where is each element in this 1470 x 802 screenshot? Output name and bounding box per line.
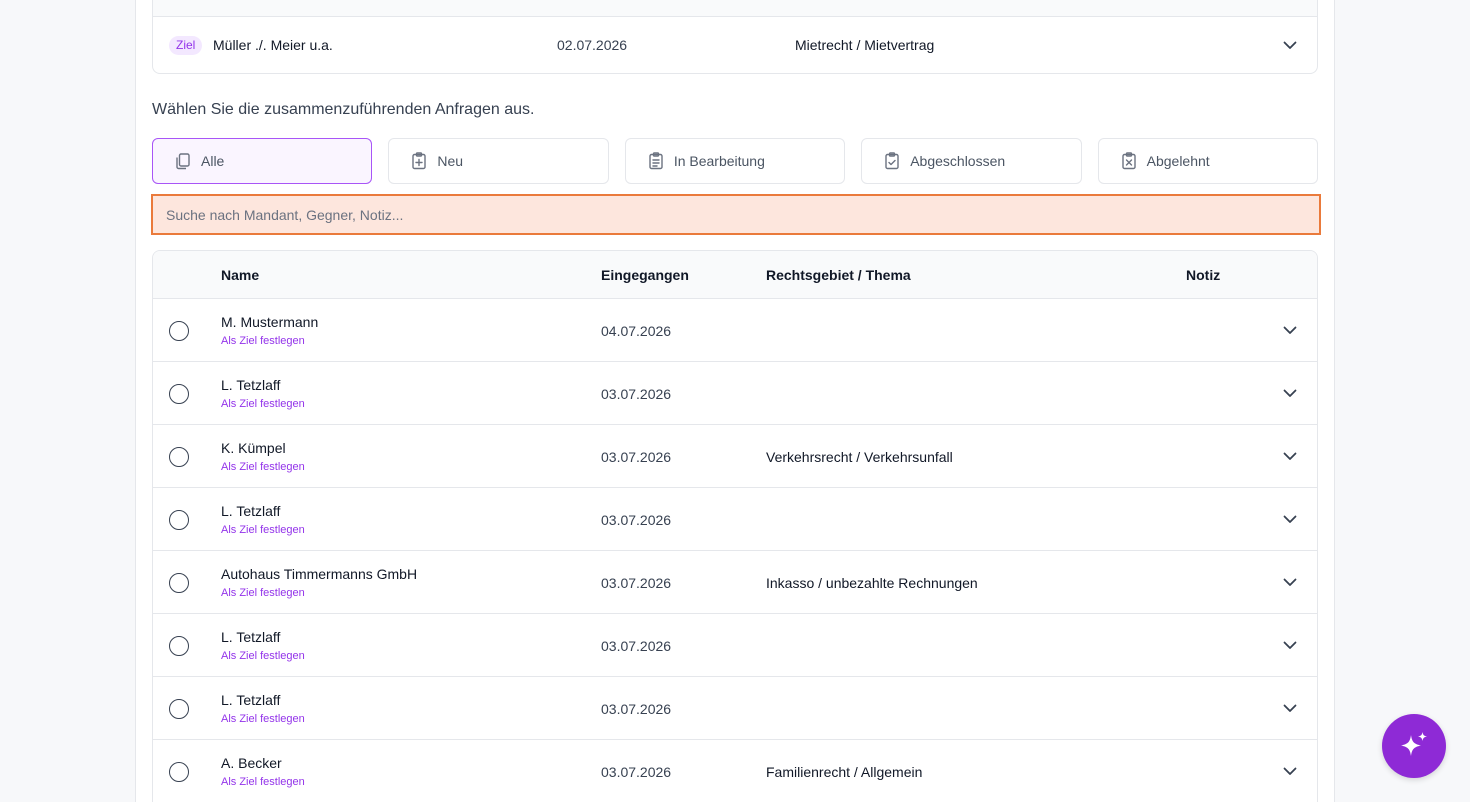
select-radio[interactable] [169, 510, 189, 530]
chevron-down-icon[interactable] [1282, 448, 1298, 464]
clipboard-list-icon [646, 151, 666, 171]
filter-new-label: Neu [437, 153, 464, 169]
copy-icon [173, 151, 193, 171]
row-name: L. Tetzlaff [221, 503, 281, 519]
row-date: 03.07.2026 [601, 575, 672, 591]
row-name: L. Tetzlaff [221, 692, 281, 708]
chevron-down-icon[interactable] [1282, 322, 1298, 338]
target-card-header [153, 0, 1317, 17]
instruction-text: Wählen Sie die zusammenzuführenden Anfra… [152, 101, 535, 118]
row-date: 04.07.2026 [601, 323, 672, 339]
filter-completed-label: Abgeschlossen [910, 153, 1006, 169]
requests-table: Name Eingegangen Rechtsgebiet / Thema No… [152, 250, 1318, 802]
header-received: Eingegangen [601, 267, 689, 283]
set-as-target-link[interactable]: Als Ziel festlegen [221, 524, 305, 536]
filter-in-progress[interactable]: In Bearbeitung [624, 138, 846, 184]
set-as-target-link[interactable]: Als Ziel festlegen [221, 398, 305, 410]
table-row[interactable]: Autohaus Timmermanns GmbH Als Ziel festl… [153, 551, 1317, 614]
target-name: Müller ./. Meier u.a. [213, 37, 333, 53]
header-name: Name [221, 267, 260, 283]
target-area: Mietrecht / Mietvertrag [795, 37, 935, 53]
row-date: 03.07.2026 [601, 764, 672, 780]
select-radio[interactable] [169, 699, 189, 719]
set-as-target-link[interactable]: Als Ziel festlegen [221, 335, 305, 347]
ai-assistant-button[interactable] [1382, 714, 1446, 778]
table-row[interactable]: L. Tetzlaff Als Ziel festlegen 03.07.202… [153, 362, 1317, 425]
table-row[interactable]: L. Tetzlaff Als Ziel festlegen 03.07.202… [153, 614, 1317, 677]
set-as-target-link[interactable]: Als Ziel festlegen [221, 713, 305, 725]
row-date: 03.07.2026 [601, 638, 672, 654]
filter-rejected[interactable]: Abgelehnt [1097, 138, 1319, 184]
chevron-down-icon[interactable] [1282, 574, 1298, 590]
search-input[interactable] [151, 194, 1321, 235]
table-header: Name Eingegangen Rechtsgebiet / Thema No… [153, 251, 1317, 299]
chevron-down-icon[interactable] [1282, 763, 1298, 779]
clipboard-check-icon [882, 151, 902, 171]
table-row[interactable]: A. Becker Als Ziel festlegen 03.07.2026 … [153, 740, 1317, 802]
target-request-card: Ziel Müller ./. Meier u.a. 02.07.2026 Mi… [152, 0, 1318, 74]
target-request-row[interactable]: Ziel Müller ./. Meier u.a. 02.07.2026 Mi… [153, 17, 1317, 73]
row-area: Verkehrsrecht / Verkehrsunfall [766, 449, 953, 465]
filter-new[interactable]: Neu [388, 138, 609, 184]
filter-rejected-label: Abgelehnt [1146, 153, 1210, 169]
table-row[interactable]: M. Mustermann Als Ziel festlegen 04.07.2… [153, 299, 1317, 362]
row-area: Familienrecht / Allgemein [766, 764, 923, 780]
sparkle-icon [1401, 732, 1427, 756]
set-as-target-link[interactable]: Als Ziel festlegen [221, 587, 305, 599]
row-name: K. Kümpel [221, 440, 286, 456]
clipboard-x-icon [1119, 151, 1139, 171]
select-radio[interactable] [169, 573, 189, 593]
status-filter-bar: Alle Neu In Bearbeitung Abgeschlossen Ab… [152, 138, 1319, 184]
filter-in-progress-label: In Bearbeitung [673, 153, 765, 169]
row-date: 03.07.2026 [601, 386, 672, 402]
filter-completed[interactable]: Abgeschlossen [861, 138, 1082, 184]
row-area: Inkasso / unbezahlte Rechnungen [766, 575, 978, 591]
set-as-target-link[interactable]: Als Ziel festlegen [221, 461, 305, 473]
select-radio[interactable] [169, 321, 189, 341]
row-name: M. Mustermann [221, 314, 319, 330]
chevron-down-icon[interactable] [1282, 637, 1298, 653]
row-name: L. Tetzlaff [221, 377, 281, 393]
row-name: A. Becker [221, 755, 282, 771]
table-row[interactable]: L. Tetzlaff Als Ziel festlegen 03.07.202… [153, 677, 1317, 740]
select-radio[interactable] [169, 384, 189, 404]
chevron-down-icon[interactable] [1282, 511, 1298, 527]
chevron-down-icon[interactable] [1282, 700, 1298, 716]
select-radio[interactable] [169, 762, 189, 782]
table-row[interactable]: L. Tetzlaff Als Ziel festlegen 03.07.202… [153, 488, 1317, 551]
table-row[interactable]: K. Kümpel Als Ziel festlegen 03.07.2026 … [153, 425, 1317, 488]
row-date: 03.07.2026 [601, 512, 672, 528]
select-radio[interactable] [169, 636, 189, 656]
chevron-down-icon[interactable] [1282, 385, 1298, 401]
chevron-down-icon[interactable] [1282, 37, 1298, 53]
set-as-target-link[interactable]: Als Ziel festlegen [221, 650, 305, 662]
clipboard-plus-icon [409, 151, 429, 171]
target-badge: Ziel [169, 36, 203, 55]
header-note: Notiz [1186, 267, 1221, 283]
select-radio[interactable] [169, 447, 189, 467]
row-date: 03.07.2026 [601, 701, 672, 717]
merge-panel: Ziel Müller ./. Meier u.a. 02.07.2026 Mi… [135, 0, 1335, 802]
header-legal-area: Rechtsgebiet / Thema [766, 267, 911, 283]
set-as-target-link[interactable]: Als Ziel festlegen [221, 776, 305, 788]
row-name: Autohaus Timmermanns GmbH [221, 566, 418, 582]
target-date: 02.07.2026 [557, 37, 628, 53]
filter-all[interactable]: Alle [152, 138, 373, 184]
filter-all-label: Alle [201, 153, 225, 169]
row-name: L. Tetzlaff [221, 629, 281, 645]
row-date: 03.07.2026 [601, 449, 672, 465]
